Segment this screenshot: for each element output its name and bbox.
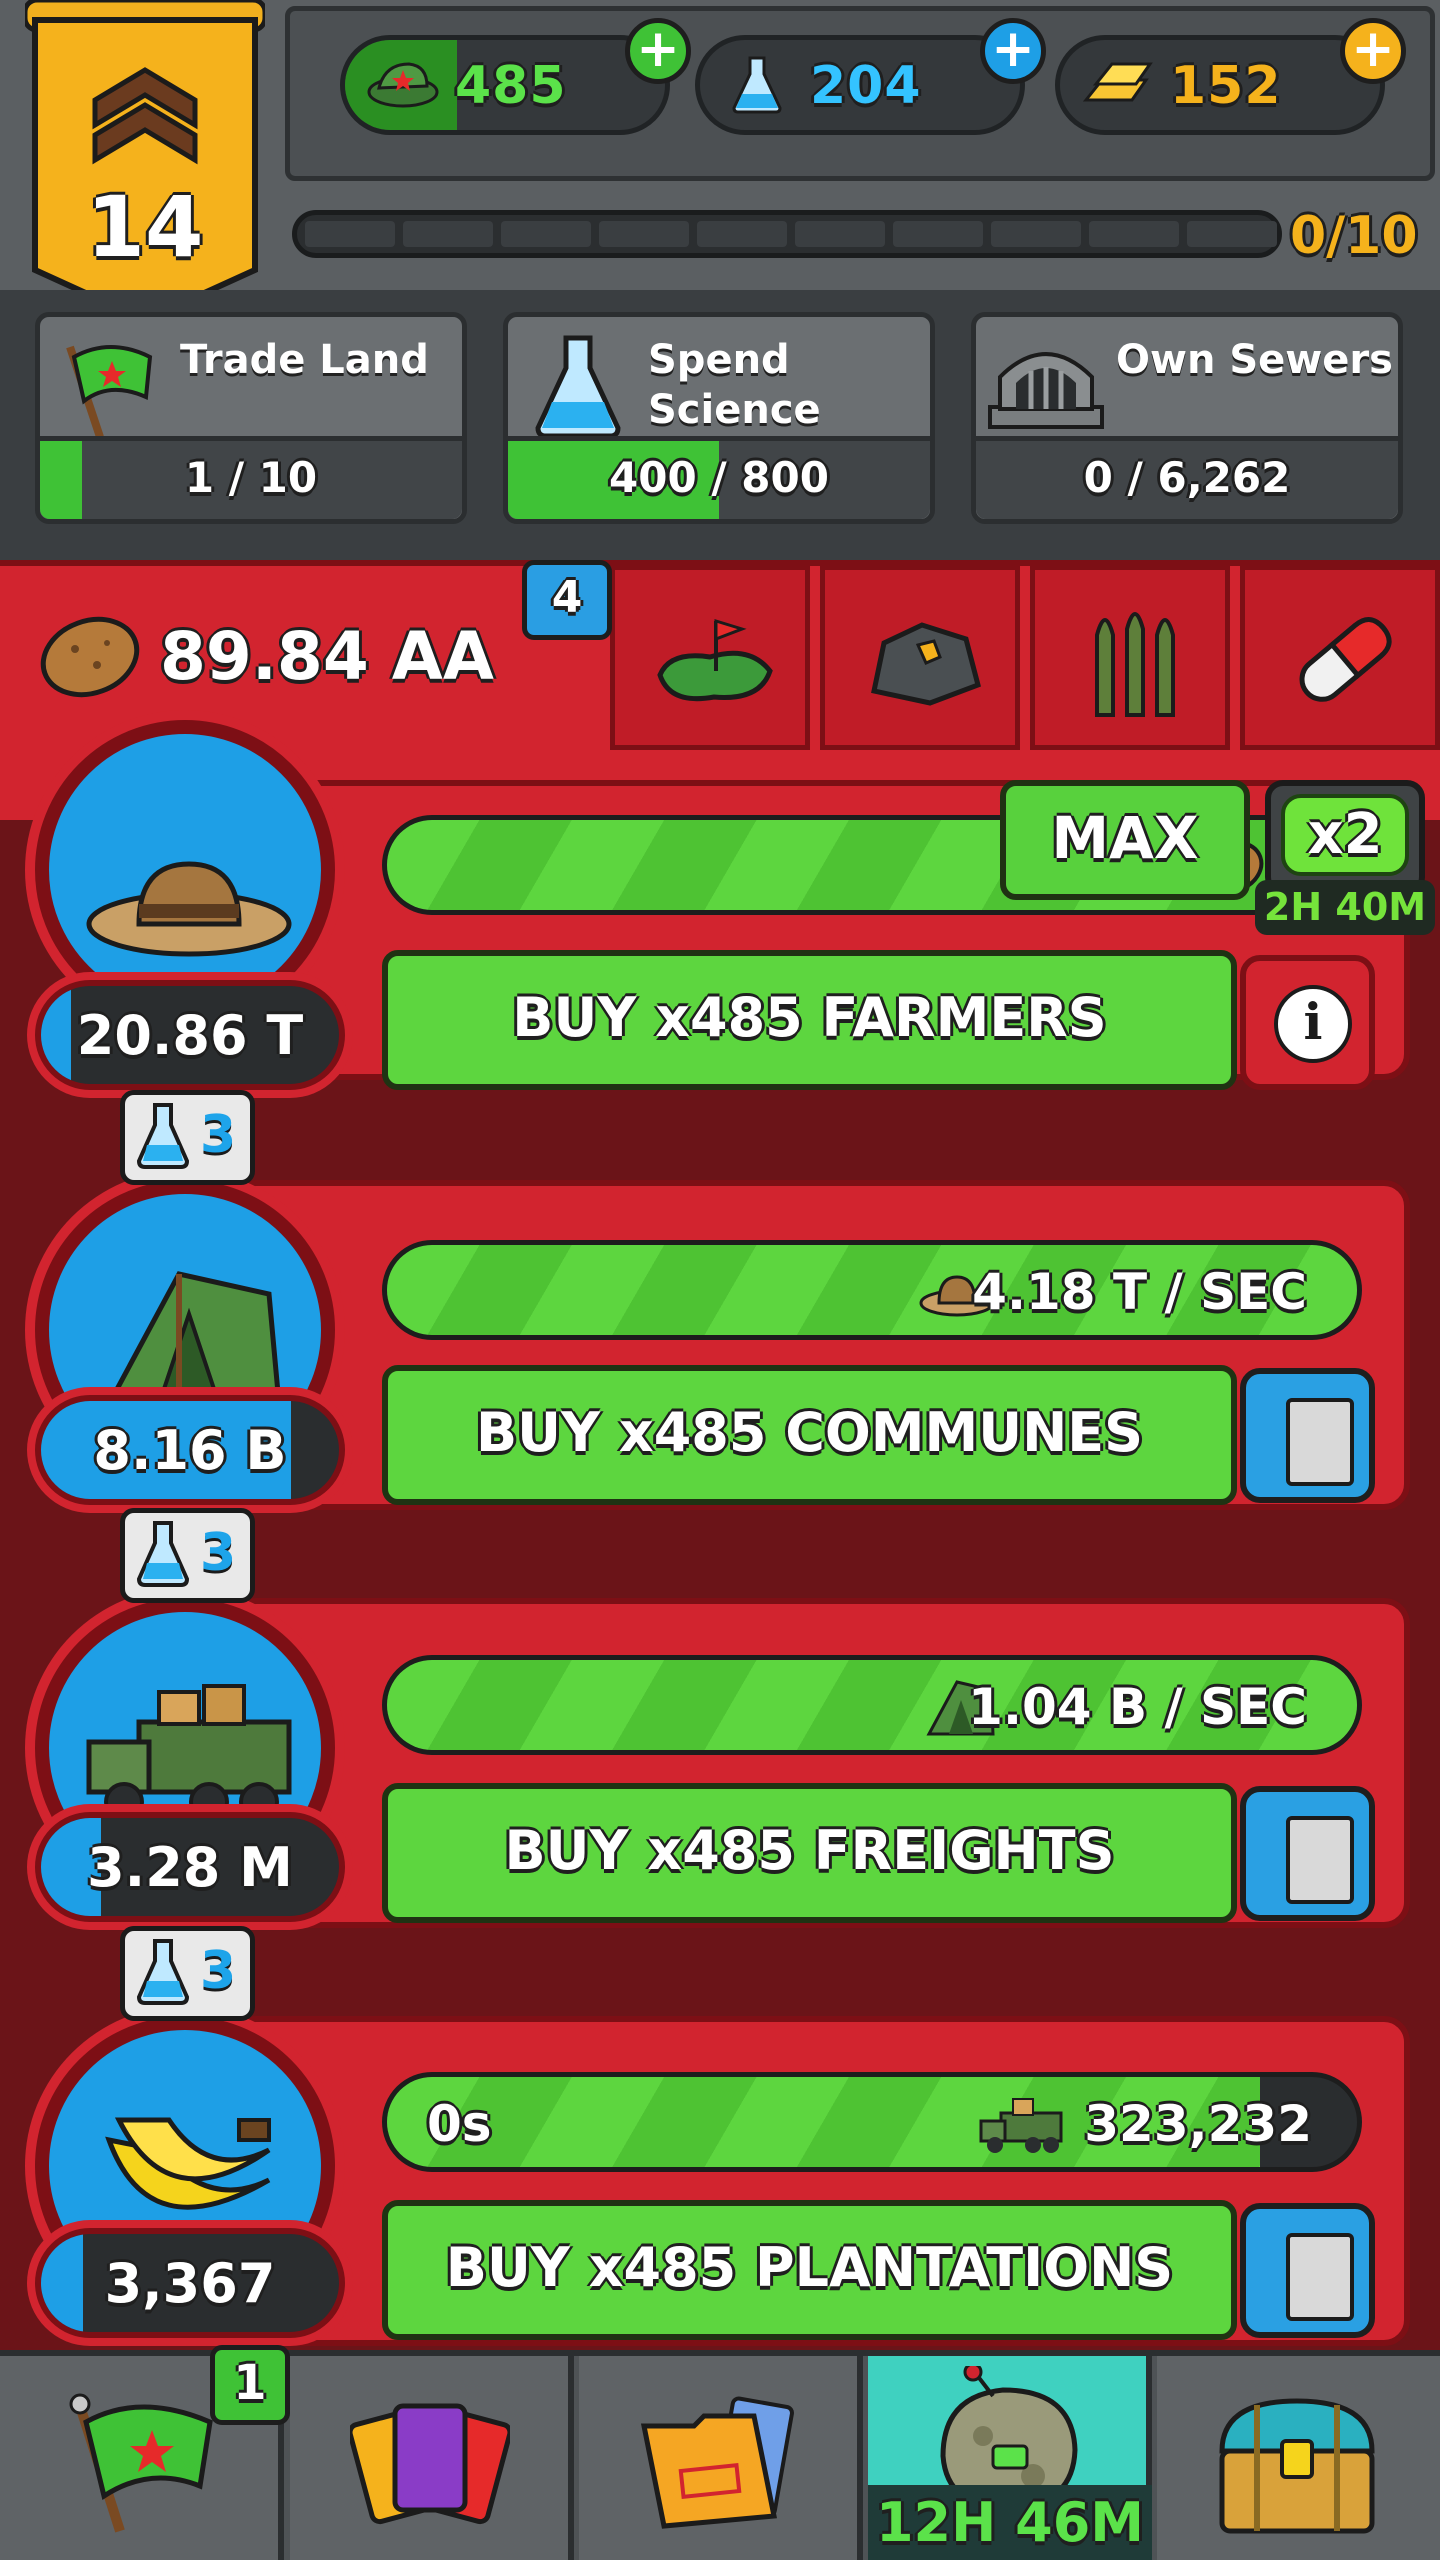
freights-count: 3.28 M (87, 1836, 293, 1899)
quest-progress-text: 1 / 10 (184, 453, 318, 502)
bullets-icon (1095, 612, 1175, 717)
communes-science-tag: 3 (120, 1090, 255, 1185)
flask-icon (136, 1521, 190, 1587)
communes-science-count: 3 (200, 1105, 237, 1165)
quest-label: Trade Land (180, 337, 429, 383)
nav-files[interactable] (579, 2356, 863, 2560)
tab-badge: 4 (522, 560, 612, 640)
nav-asteroid-timer: 12H 46M (868, 2485, 1152, 2560)
quest-progress-text: 0 / 6,262 (1083, 453, 1291, 502)
currency-value: 89.84 AA (160, 618, 494, 695)
straw-hat-icon (86, 861, 292, 957)
freights-science-count: 3 (200, 1523, 237, 1583)
communes-rate: 4.18 T / SEC (972, 1263, 1307, 1321)
gold-bar-icon (1082, 62, 1153, 102)
sewer-icon (988, 352, 1104, 429)
add-gold-button[interactable]: + (1340, 18, 1406, 84)
plantations-progress-bar: 0s 323,232 (382, 2072, 1362, 2172)
multiplier-button[interactable]: x2 (1265, 780, 1425, 895)
bonds-counter[interactable]: 485 (340, 35, 670, 135)
xp-count: 0/10 (1290, 206, 1418, 266)
add-science-button[interactable]: + (980, 18, 1046, 84)
flag-icon (69, 2393, 213, 2533)
potato-icon (40, 616, 140, 698)
land-flag-icon (657, 618, 773, 702)
nav-treasure[interactable] (1157, 2356, 1440, 2560)
plantations-timer: 0s (427, 2095, 492, 2153)
buy-plantations-button[interactable]: BUY x485 PLANTATIONS (382, 2200, 1237, 2340)
farmers-info-button[interactable]: i (1240, 955, 1375, 1090)
gold-counter[interactable]: 152 (1055, 35, 1385, 135)
quest-label: Spend Science (648, 337, 821, 433)
xp-progress-bar (292, 210, 1282, 258)
tab-ore[interactable] (820, 565, 1020, 750)
quest-progress-text: 400 / 800 (609, 453, 829, 502)
quest-label: Own Sewers (1116, 337, 1393, 383)
card-swap-icon (1286, 1816, 1354, 1904)
card-swap-icon (1286, 2233, 1354, 2321)
plantations-count: 3,367 (104, 2252, 276, 2315)
quest-trade-land[interactable]: Trade Land 1 / 10 (35, 312, 467, 524)
quest-spend-science[interactable]: Spend Science 400 / 800 (503, 312, 935, 524)
communes-count-pill: 8.16 B (35, 1395, 345, 1505)
cards-icon (350, 2403, 510, 2525)
pill-icon (1299, 617, 1392, 702)
plantations-card-button[interactable] (1240, 2203, 1375, 2338)
treasure-chest-icon (1219, 2398, 1375, 2534)
buy-freights-button[interactable]: BUY x485 FREIGHTS (382, 1783, 1237, 1923)
buy-max-button[interactable]: MAX (1000, 780, 1250, 900)
info-icon: i (1274, 985, 1352, 1063)
freights-rate: 1.04 B / SEC (968, 1678, 1307, 1736)
plantations-science-tag: 3 (120, 1926, 255, 2021)
nav-cards[interactable] (290, 2356, 574, 2560)
science-counter[interactable]: 204 (695, 35, 1025, 135)
buy-farmers-button[interactable]: BUY x485 FARMERS (382, 950, 1237, 1090)
farmers-count-pill: 20.86 T (35, 980, 345, 1090)
plantations-rate: 323,232 (1084, 2095, 1312, 2153)
quest-progress-bar: 1 / 10 (40, 436, 462, 519)
freights-progress-bar: 1.04 B / SEC (382, 1655, 1362, 1755)
farmers-avatar[interactable] (35, 720, 335, 1020)
folder-icon (640, 2396, 794, 2529)
rank-level: 14 (86, 178, 204, 276)
multiplier-label: x2 (1281, 794, 1409, 876)
tab-land[interactable] (610, 565, 810, 750)
flask-icon (136, 1939, 190, 2005)
flask-icon (535, 335, 621, 439)
freights-science-tag: 3 (120, 1508, 255, 1603)
nav-trade-badge: 1 (210, 2345, 290, 2425)
communes-card-button[interactable] (1240, 1368, 1375, 1503)
tab-medicine[interactable] (1240, 565, 1440, 750)
ore-rock-icon (871, 622, 981, 706)
flag-icon (66, 345, 153, 439)
communes-progress-bar: 4.18 T / SEC (382, 1240, 1362, 1340)
quest-own-sewers[interactable]: Own Sewers 0 / 6,262 (971, 312, 1403, 524)
card-swap-icon (1286, 1398, 1354, 1486)
freights-card-button[interactable] (1240, 1786, 1375, 1921)
buy-communes-button[interactable]: BUY x485 COMMUNES (382, 1365, 1237, 1505)
bonds-value: 485 (455, 56, 567, 116)
add-bonds-button[interactable]: + (625, 18, 691, 84)
quest-progress-bar: 400 / 800 (508, 436, 930, 519)
flask-icon (732, 56, 782, 114)
gold-value: 152 (1170, 56, 1282, 116)
truck-icon (979, 2098, 1063, 2153)
army-cap-icon (367, 62, 439, 108)
communes-count: 8.16 B (93, 1419, 287, 1482)
rank-banner[interactable] (25, 0, 265, 330)
freights-count-pill: 3.28 M (35, 1812, 345, 1922)
flask-icon (136, 1103, 190, 1169)
truck-icon (86, 1684, 292, 1822)
quest-progress-bar: 0 / 6,262 (976, 436, 1398, 519)
multiplier-timer: 2H 40M (1255, 880, 1435, 935)
science-value: 204 (810, 56, 922, 116)
tab-ammo[interactable] (1030, 565, 1230, 750)
plantations-count-pill: 3,367 (35, 2228, 345, 2338)
plantations-science-count: 3 (200, 1941, 237, 2001)
farmers-count: 20.86 T (76, 1004, 304, 1067)
